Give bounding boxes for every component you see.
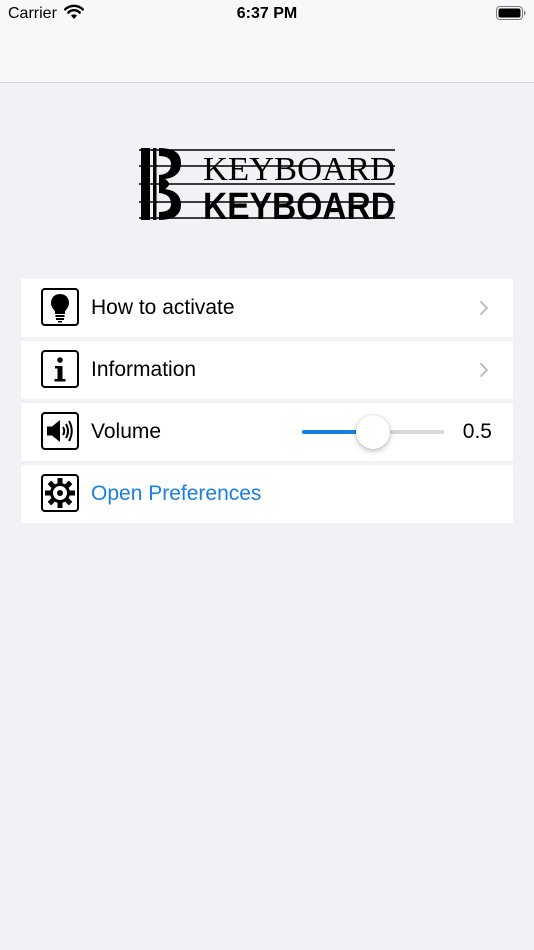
logo-text-top: KEYBOARD: [203, 151, 395, 188]
chevron-right-icon: [480, 363, 488, 377]
clock: 6:37 PM: [236, 5, 298, 22]
chevron-right-icon: [480, 301, 488, 315]
lightbulb-icon: [41, 288, 79, 326]
speaker-icon: [41, 412, 79, 450]
open-preferences-label: Open Preferences: [91, 482, 262, 505]
slider-thumb[interactable]: [356, 415, 390, 449]
open-preferences-row[interactable]: Open Preferences: [21, 465, 513, 523]
battery-icon: [496, 6, 526, 20]
information-label: Information: [91, 358, 197, 381]
information-row[interactable]: Information: [21, 341, 513, 399]
volume-label: Volume: [91, 420, 162, 443]
gear-icon: [41, 474, 79, 512]
how-to-activate-label: How to activate: [91, 296, 235, 319]
info-icon: [41, 350, 79, 388]
navigation-bar: [0, 28, 534, 83]
volume-value: 0.5: [462, 420, 492, 443]
logo-text-bottom: KEYBOARD: [203, 186, 395, 222]
volume-slider[interactable]: [302, 415, 444, 449]
how-to-activate-row[interactable]: How to activate: [21, 279, 513, 337]
volume-row: Volume 0.5: [21, 403, 513, 461]
app-logo: KEYBOARD KEYBOARD: [139, 148, 395, 222]
status-bar: Carrier 6:37 PM: [0, 0, 534, 28]
